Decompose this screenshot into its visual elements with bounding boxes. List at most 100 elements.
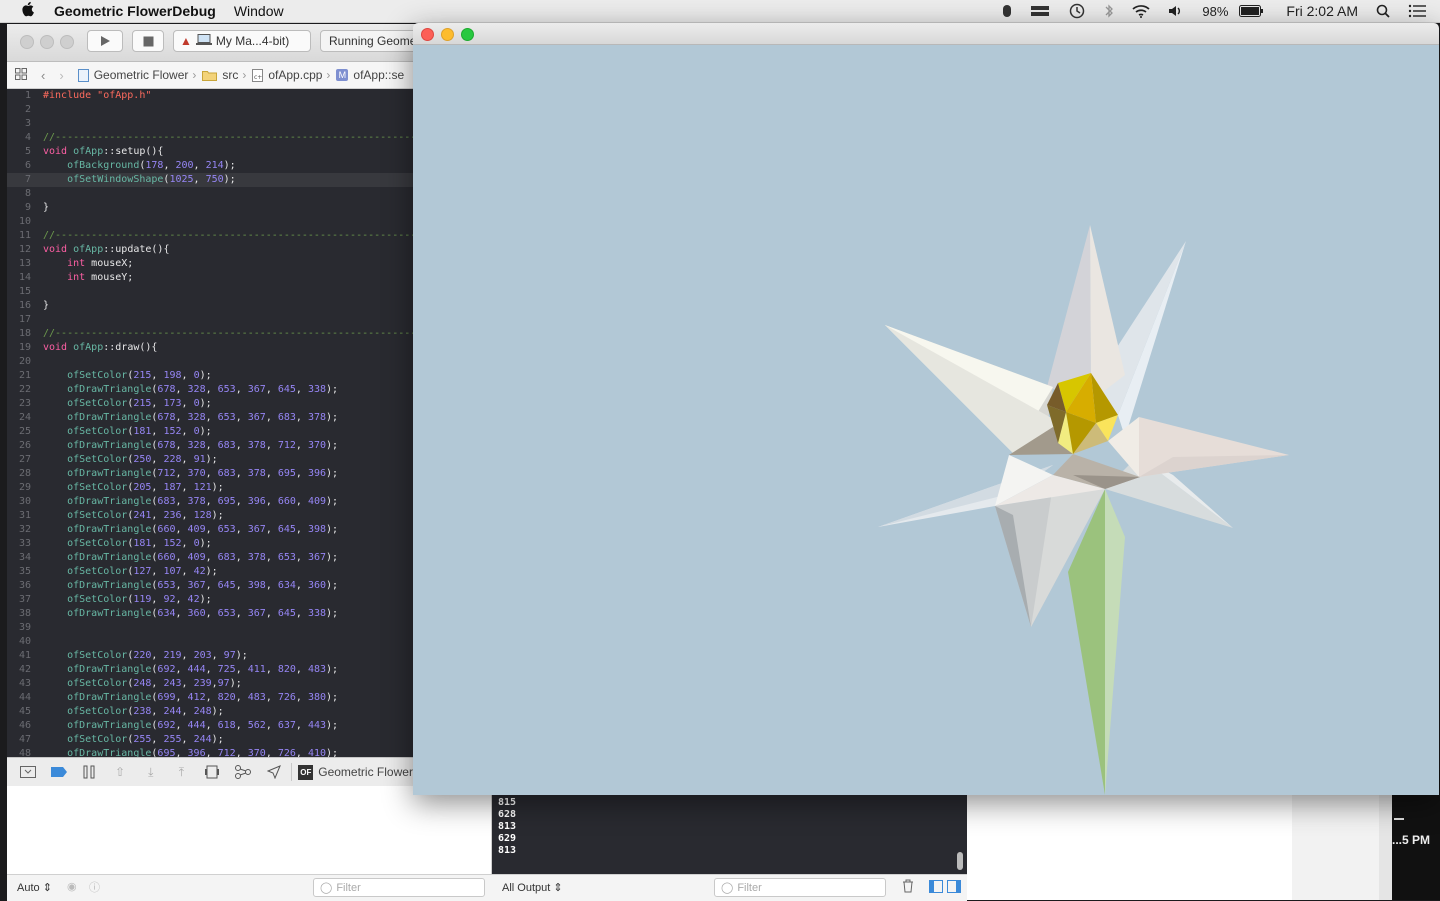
wifi-icon[interactable]	[1132, 4, 1150, 18]
code-line[interactable]: 21 ofSetColor(215, 198, 0);	[7, 369, 413, 383]
code-line[interactable]: 5 void ofApp::setup(){	[7, 145, 413, 159]
view-hierarchy-icon[interactable]	[202, 764, 222, 780]
code-line[interactable]: 2	[7, 103, 413, 117]
code-line[interactable]: 46 ofDrawTriangle(692, 444, 618, 562, 63…	[7, 719, 413, 733]
code-line[interactable]: 28 ofDrawTriangle(712, 370, 683, 378, 69…	[7, 467, 413, 481]
stop-button[interactable]	[132, 30, 164, 52]
code-editor[interactable]: 1 #include "ofApp.h" 2 3 4//----------------…	[7, 89, 413, 757]
flower-canvas[interactable]	[413, 45, 1439, 795]
split-left-icon[interactable]	[929, 880, 943, 896]
code-line[interactable]: 27 ofSetColor(250, 228, 91);	[7, 453, 413, 467]
code-line[interactable]: 11 //------------------------------------…	[7, 229, 413, 243]
crumb-src[interactable]: src	[202, 68, 238, 82]
code-line[interactable]: 13 int mouseX;	[7, 257, 413, 271]
split-right-icon[interactable]	[947, 880, 961, 896]
code-line[interactable]: 40	[7, 635, 413, 649]
app-title-bar[interactable]	[413, 23, 1439, 45]
zoom-window-button[interactable]	[60, 35, 74, 49]
step-into-icon[interactable]: ⤓	[141, 764, 161, 780]
code-line[interactable]: 17	[7, 313, 413, 327]
console-filter-field[interactable]: ◯ Filter	[714, 878, 886, 897]
code-line[interactable]: 30 ofDrawTriangle(683, 378, 695, 396, 66…	[7, 495, 413, 509]
clock[interactable]: Fri 2:02 AM	[1286, 3, 1358, 19]
code-line[interactable]: 7 ofSetWindowShape(1025, 750);	[7, 173, 413, 187]
code-line[interactable]: 44 ofDrawTriangle(699, 412, 820, 483, 72…	[7, 691, 413, 705]
code-line[interactable]: 25 ofSetColor(181, 152, 0);	[7, 425, 413, 439]
spotlight-search-icon[interactable]	[1376, 4, 1390, 18]
variables-filter-field[interactable]: ◯ Filter	[313, 878, 485, 897]
dropbox-icon[interactable]	[1002, 4, 1012, 18]
quick-look-icon[interactable]: ◉	[67, 880, 77, 893]
code-line[interactable]: 20	[7, 355, 413, 369]
forward-arrow-icon[interactable]: ›	[59, 68, 63, 83]
code-line[interactable]: 6 ofBackground(178, 200, 214);	[7, 159, 413, 173]
location-icon[interactable]	[264, 764, 284, 780]
code-line[interactable]: 31 ofSetColor(241, 236, 128);	[7, 509, 413, 523]
code-line[interactable]: 43 ofSetColor(248, 243, 239,97);	[7, 677, 413, 691]
code-line[interactable]: 45 ofSetColor(238, 244, 248);	[7, 705, 413, 719]
volume-icon[interactable]	[1168, 4, 1184, 18]
code-line[interactable]: 10	[7, 215, 413, 229]
code-line[interactable]: 34 ofDrawTriangle(660, 409, 683, 378, 65…	[7, 551, 413, 565]
auto-scope-selector[interactable]: Auto ⇕	[17, 881, 52, 894]
breakpoints-toggle-icon[interactable]	[49, 764, 69, 780]
app-zoom-button[interactable]	[461, 28, 474, 41]
code-line[interactable]: 18 //------------------------------------…	[7, 327, 413, 341]
minimize-window-button[interactable]	[40, 35, 54, 49]
crumb-method[interactable]: M ofApp::se	[336, 68, 404, 82]
run-button[interactable]	[87, 30, 123, 52]
code-line[interactable]: 39	[7, 621, 413, 635]
app-close-button[interactable]	[421, 28, 434, 41]
crumb-file[interactable]: c+ ofApp.cpp	[252, 68, 322, 82]
code-line[interactable]: 9}	[7, 201, 413, 215]
code-line[interactable]: 26 ofDrawTriangle(678, 328, 683, 378, 71…	[7, 439, 413, 453]
code-line[interactable]: 38 ofDrawTriangle(634, 360, 653, 367, 64…	[7, 607, 413, 621]
pause-icon[interactable]	[79, 764, 99, 780]
code-line[interactable]: 42 ofDrawTriangle(692, 444, 725, 411, 82…	[7, 663, 413, 677]
code-line[interactable]: 1 #include "ofApp.h"	[7, 89, 413, 103]
app-minimize-button[interactable]	[441, 28, 454, 41]
code-line[interactable]: 12 void ofApp::update(){	[7, 243, 413, 257]
code-line[interactable]: 48 ofDrawTriangle(695, 396, 712, 370, 72…	[7, 747, 413, 757]
code-line[interactable]: 37 ofSetColor(119, 92, 42);	[7, 593, 413, 607]
code-line[interactable]: 23 ofSetColor(215, 173, 0);	[7, 397, 413, 411]
related-items-icon[interactable]	[15, 67, 27, 83]
code-line[interactable]: 16}	[7, 299, 413, 313]
battery-icon[interactable]	[1239, 5, 1264, 17]
notification-center-icon[interactable]	[1408, 4, 1426, 18]
apple-menu-icon[interactable]	[20, 1, 38, 21]
console-scrollbar[interactable]	[957, 852, 963, 870]
hide-debug-area-icon[interactable]	[18, 764, 38, 780]
step-out-icon[interactable]: ⤒	[172, 764, 192, 780]
scheme-selector[interactable]: ▲ My Ma...4-bit)	[173, 30, 311, 52]
window-menu[interactable]: Window	[234, 3, 284, 19]
code-line[interactable]: 33 ofSetColor(181, 152, 0);	[7, 537, 413, 551]
console-output[interactable]: 815 628 813 629 813	[492, 795, 967, 875]
code-line[interactable]: 14 int mouseY;	[7, 271, 413, 285]
memory-graph-icon[interactable]	[233, 764, 253, 780]
stack-icon[interactable]	[1030, 4, 1050, 18]
code-line[interactable]: 24 ofDrawTriangle(678, 328, 653, 367, 68…	[7, 411, 413, 425]
info-icon[interactable]: ⓘ	[89, 879, 100, 895]
step-over-icon[interactable]: ⇧	[110, 764, 130, 780]
side-scrollbar[interactable]	[1379, 794, 1392, 900]
bluetooth-icon[interactable]	[1104, 3, 1114, 19]
code-line[interactable]: 15	[7, 285, 413, 299]
code-line[interactable]: 19 void ofApp::draw(){	[7, 341, 413, 355]
battery-percent[interactable]: 98%	[1202, 4, 1228, 19]
code-line[interactable]: 4 //-------------------------------------…	[7, 131, 413, 145]
code-line[interactable]: 36 ofDrawTriangle(653, 367, 645, 398, 63…	[7, 579, 413, 593]
code-line[interactable]: 47 ofSetColor(255, 255, 244);	[7, 733, 413, 747]
code-line[interactable]: 8	[7, 187, 413, 201]
time-machine-icon[interactable]	[1068, 3, 1086, 19]
code-line[interactable]: 32 ofDrawTriangle(660, 409, 653, 367, 64…	[7, 523, 413, 537]
back-arrow-icon[interactable]: ‹	[41, 68, 45, 83]
close-window-button[interactable]	[20, 35, 34, 49]
app-name-menu[interactable]: Geometric FlowerDebug	[54, 3, 216, 19]
code-line[interactable]: 22 ofDrawTriangle(678, 328, 653, 367, 64…	[7, 383, 413, 397]
trash-icon[interactable]	[902, 879, 914, 896]
code-line[interactable]: 35 ofSetColor(127, 107, 42);	[7, 565, 413, 579]
debug-target-label[interactable]: Geometric Flower	[318, 765, 413, 779]
code-line[interactable]: 41 ofSetColor(220, 219, 203, 97);	[7, 649, 413, 663]
code-line[interactable]: 3	[7, 117, 413, 131]
